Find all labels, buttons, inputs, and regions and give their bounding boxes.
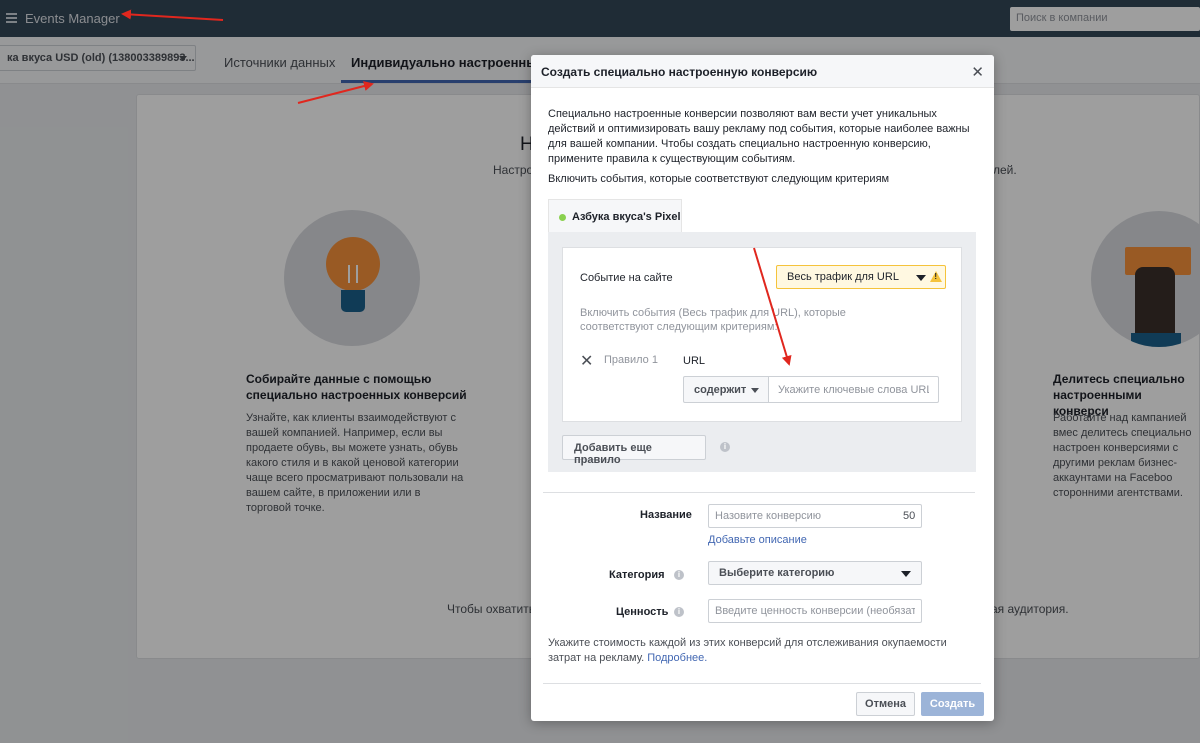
criteria-label: Включить события, которые соответствуют … [548, 173, 890, 185]
learn-more-link[interactable]: Подробнее. [647, 652, 707, 664]
pixel-tab-label: Азбука вкуса's Pixel [572, 211, 681, 223]
warning-mark: ! [934, 272, 937, 281]
rule-box: Событие на сайте Весь трафик для URL ! В… [562, 247, 962, 422]
footer-divider [543, 683, 981, 684]
close-icon[interactable]: ✕ [971, 63, 984, 81]
event-label: Событие на сайте [580, 272, 673, 284]
dialog-header: Создать специально настроенную конверсию… [531, 55, 994, 88]
chevron-down-icon [901, 571, 911, 577]
rule-panel: Событие на сайте Весь трафик для URL ! В… [548, 232, 976, 472]
create-button[interactable]: Создать [921, 692, 984, 716]
rule-label: Правило 1 [604, 354, 658, 366]
char-counter: 50 [903, 510, 916, 522]
remove-rule-icon[interactable]: ✕ [580, 351, 593, 371]
event-select-value: Весь трафик для URL [787, 271, 899, 283]
url-keywords-input[interactable] [768, 376, 939, 403]
conversion-name-input[interactable] [708, 504, 922, 528]
info-icon[interactable]: i [674, 570, 684, 580]
category-select-value: Выберите категорию [719, 567, 835, 579]
url-label: URL [683, 355, 706, 367]
add-description-link[interactable]: Добавьте описание [708, 534, 807, 546]
dialog-title: Создать специально настроенную конверсию [541, 65, 818, 79]
create-conversion-dialog: Создать специально настроенную конверсию… [531, 55, 994, 721]
operator-select[interactable]: содержит [683, 376, 769, 403]
pixel-tab[interactable]: Азбука вкуса's Pixel [548, 199, 682, 233]
chevron-down-icon [751, 388, 759, 393]
conversion-value-input[interactable] [708, 599, 922, 623]
info-icon[interactable]: i [674, 607, 684, 617]
info-icon[interactable]: i [720, 442, 730, 452]
cancel-button[interactable]: Отмена [856, 692, 915, 716]
dialog-intro: Специально настроенные конверсии позволя… [548, 108, 970, 165]
add-rule-button[interactable]: Добавить еще правило [562, 435, 706, 466]
category-select[interactable]: Выберите категорию [708, 561, 922, 585]
category-label: Категория [609, 569, 665, 581]
chevron-down-icon [916, 275, 926, 281]
value-label: Ценность [616, 606, 669, 618]
name-label: Название [640, 509, 692, 521]
include-criteria-text: Включить события (Весь трафик для URL), … [580, 307, 846, 333]
divider [543, 492, 975, 493]
operator-select-value: содержит [694, 384, 747, 396]
status-dot-icon [559, 214, 566, 221]
event-select[interactable]: Весь трафик для URL ! [776, 265, 946, 289]
cost-note-text: Укажите стоимость каждой из этих конверс… [548, 637, 947, 664]
cost-note: Укажите стоимость каждой из этих конверс… [548, 636, 978, 666]
